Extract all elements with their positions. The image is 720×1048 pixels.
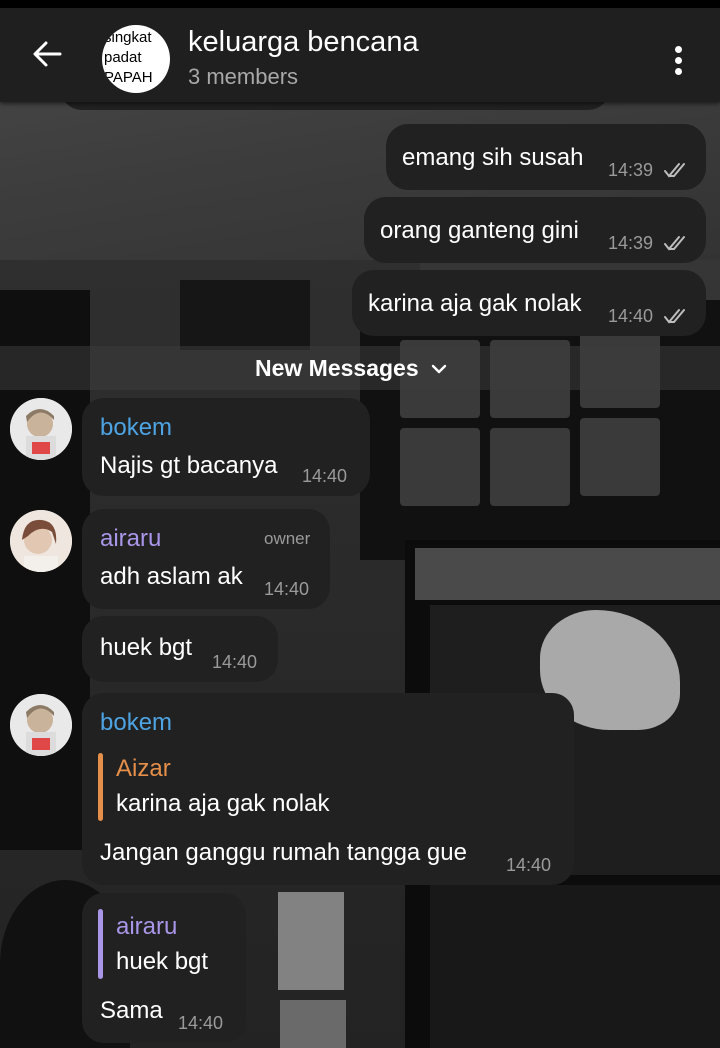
message-time: 14:40 [608, 306, 654, 326]
avatar-bokem[interactable] [10, 398, 72, 460]
chevron-down-icon [431, 364, 447, 374]
reply-text: karina aja gak nolak [116, 790, 330, 817]
message-time: 14:40 [302, 466, 348, 486]
reply-bar [98, 753, 103, 821]
message-bubble-outgoing[interactable]: karina aja gak nolak 14:40 [352, 270, 706, 336]
message-text: orang ganteng gini [380, 217, 579, 244]
message-time: 14:40 [212, 652, 258, 672]
new-messages-label: New Messages [255, 355, 419, 381]
message-time: 14:40 [178, 1013, 224, 1033]
message-text: Sama [100, 997, 163, 1024]
double-check-icon [664, 163, 685, 178]
owner-badge: owner [264, 529, 311, 548]
message-text: Najis gt bacanya [100, 452, 278, 479]
message-bubble-outgoing[interactable]: orang ganteng gini 14:39 [364, 197, 706, 263]
chat-title[interactable]: keluarga bencana [188, 26, 419, 59]
group-avatar-line-1: singkat [104, 29, 152, 46]
group-avatar[interactable]: singkat padat PAPAH [102, 25, 170, 93]
back-button[interactable] [26, 32, 70, 76]
reply-bar [98, 909, 103, 979]
message-time: 14:39 [608, 160, 654, 180]
reply-author: Aizar [116, 755, 171, 782]
back-arrow-icon [33, 41, 62, 67]
message-text: karina aja gak nolak [368, 290, 582, 317]
reply-author: airaru [116, 913, 178, 940]
double-check-icon [664, 309, 685, 324]
message-text: Jangan ganggu rumah tangga gue [100, 839, 467, 866]
double-check-icon [664, 236, 685, 251]
message-time: 14:39 [608, 233, 654, 253]
message-bubble-incoming[interactable]: bokem Najis gt bacanya 14:40 [82, 398, 370, 496]
sender-name[interactable]: airaru [100, 525, 161, 553]
sender-name[interactable]: bokem [100, 709, 172, 737]
message-time: 14:40 [264, 579, 310, 599]
message-bubble-outgoing[interactable]: emang sih susah 14:39 [386, 124, 706, 190]
new-messages-divider[interactable]: New Messages [0, 346, 720, 390]
chat-header: singkat padat PAPAH keluarga bencana 3 m… [0, 0, 720, 102]
message-bubble-incoming[interactable]: bokem Aizar karina aja gak nolak Jangan … [82, 693, 574, 885]
message-text: huek bgt [100, 634, 193, 661]
group-avatar-line-2: padat [104, 49, 142, 66]
message-text: emang sih susah [402, 144, 584, 171]
avatar-bokem[interactable] [10, 694, 72, 756]
avatar-airaru[interactable] [10, 510, 72, 572]
message-bubble-incoming[interactable]: airaru owner adh aslam ak 14:40 [82, 509, 330, 609]
message-text: adh aslam ak [100, 563, 243, 590]
reply-text: huek bgt [116, 948, 209, 975]
more-options-button[interactable] [660, 38, 696, 82]
group-avatar-line-3: PAPAH [104, 69, 153, 86]
sender-name[interactable]: bokem [100, 414, 172, 442]
message-bubble-incoming[interactable]: airaru huek bgt Sama 14:40 [82, 893, 246, 1043]
message-bubble-incoming[interactable]: huek bgt 14:40 [82, 616, 278, 682]
member-count: 3 members [188, 64, 299, 89]
message-time: 14:40 [506, 855, 552, 875]
